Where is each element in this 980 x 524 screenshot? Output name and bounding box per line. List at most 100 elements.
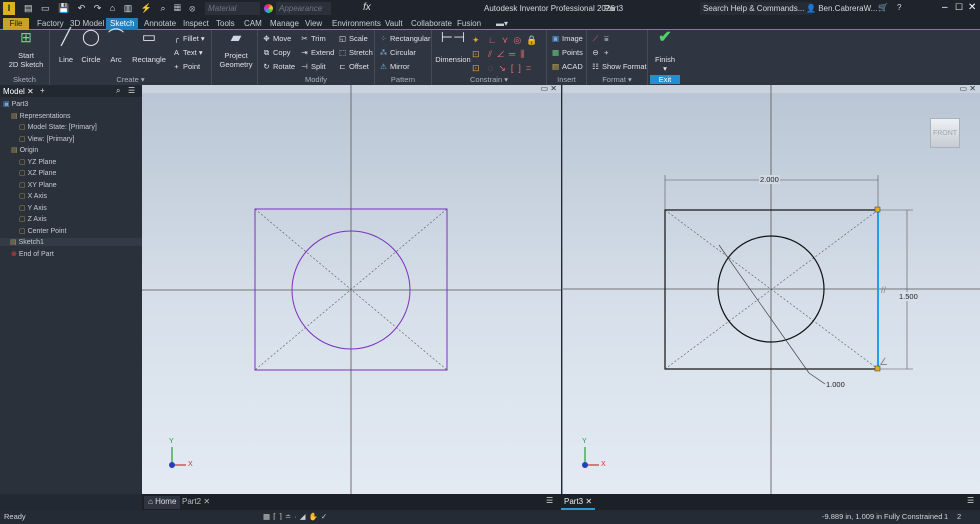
- maximize-button[interactable]: ☐: [955, 2, 963, 13]
- point-button[interactable]: + Point: [172, 62, 200, 71]
- help-icon[interactable]: ?: [897, 3, 901, 12]
- start-label: Start: [18, 51, 34, 60]
- text-button[interactable]: A Text ▾: [172, 48, 203, 57]
- node-icon: ▢: [19, 124, 28, 131]
- tab-view[interactable]: View: [301, 18, 326, 30]
- add-tab-button[interactable]: +: [40, 86, 45, 95]
- triad-origin: [582, 462, 588, 468]
- parameters-button[interactable]: fx: [363, 2, 371, 13]
- constraint-icons-left[interactable]: ✦ ⊡ ⊡: [472, 33, 484, 75]
- show-format-button[interactable]: ☷ Show Format: [591, 62, 646, 71]
- browser-item[interactable]: ▣ Part3: [3, 100, 28, 108]
- dimension-diameter[interactable]: 1.000: [826, 380, 845, 389]
- browser-item[interactable]: ▢ XY Plane: [19, 181, 57, 189]
- browser-item[interactable]: ▢ Center Point: [19, 227, 66, 235]
- acad-button[interactable]: ▤ ACAD: [551, 62, 583, 71]
- browser-item[interactable]: ▢ Z Axis: [19, 215, 47, 223]
- app-title: Autodesk Inventor Professional 2026: [484, 4, 615, 13]
- tab-environments[interactable]: Environments: [328, 18, 385, 30]
- tab-home[interactable]: ⌂ Home: [144, 496, 181, 509]
- user-menu[interactable]: 👤 Ben.CabreraW...: [806, 4, 877, 13]
- stretch-button[interactable]: ⬚ Stretch: [338, 48, 373, 57]
- browser-item[interactable]: ▢ View: [Primary]: [19, 135, 75, 143]
- browser-item[interactable]: ▤ Representations: [11, 112, 71, 120]
- mirror-button[interactable]: ⚠ Mirror: [379, 62, 409, 71]
- tab-cam[interactable]: CAM: [240, 18, 266, 30]
- line-button[interactable]: ╱ Line: [54, 30, 78, 65]
- sketch-canvas-left: [142, 85, 561, 494]
- label: Circle: [81, 55, 101, 64]
- tab-part2[interactable]: Part2 ✕: [182, 497, 210, 506]
- close-button[interactable]: ✕: [968, 2, 976, 13]
- tab-list-icon[interactable]: ☰: [546, 496, 553, 505]
- axis-x-label: X: [601, 461, 606, 468]
- browser-item-label: X Axis: [27, 193, 48, 200]
- tab-vault[interactable]: Vault: [381, 18, 407, 30]
- offset-button[interactable]: ⊏ Offset: [338, 62, 369, 71]
- appearance-dropdown[interactable]: Appearance: [276, 2, 331, 15]
- extend-button[interactable]: ⇥ Extend: [300, 48, 334, 57]
- tab-list-icon-right[interactable]: ☰: [967, 496, 974, 505]
- search-icon[interactable]: ⌕: [116, 86, 120, 96]
- browser-item[interactable]: ▢ YZ Plane: [19, 158, 56, 166]
- tab-inspect[interactable]: Inspect: [179, 18, 213, 30]
- rectangular-pattern-button[interactable]: ⁘ Rectangular: [379, 34, 430, 43]
- trim-button[interactable]: ✂ Trim: [300, 34, 325, 43]
- dimension-height[interactable]: 1.500: [899, 292, 918, 301]
- move-button[interactable]: ✥ Move: [262, 34, 291, 43]
- project-geometry-button[interactable]: ▰ Project Geometry: [216, 30, 256, 69]
- browser-item[interactable]: ▢ XZ Plane: [19, 169, 56, 177]
- browser-item[interactable]: ▤ Origin: [11, 146, 38, 154]
- circular-pattern-button[interactable]: ⁂ Circular: [379, 48, 416, 57]
- split-button[interactable]: ⊣ Split: [300, 62, 325, 71]
- arc-icon: ⌒: [107, 29, 124, 46]
- browser-item[interactable]: ⊗ End of Part: [11, 250, 54, 258]
- scale-button[interactable]: ◱ Scale: [338, 34, 368, 43]
- tab-options-icon[interactable]: ▬▾: [492, 18, 512, 30]
- menu-icon[interactable]: ☰: [128, 86, 135, 95]
- center-point-button[interactable]: ⊖ +: [591, 48, 608, 57]
- node-icon: ▢: [19, 135, 28, 143]
- tab-model[interactable]: Model ✕: [3, 87, 34, 96]
- browser-item[interactable]: ▢ X Axis: [19, 192, 47, 200]
- circle-button[interactable]: ◯ Circle: [79, 30, 103, 65]
- status-count-2: 2: [957, 512, 962, 521]
- tab-manage[interactable]: Manage: [266, 18, 303, 30]
- browser-item[interactable]: ▤ Sketch1: [0, 238, 142, 246]
- inventor-logo[interactable]: I: [3, 2, 15, 15]
- label: ACAD: [562, 62, 583, 71]
- copy-button[interactable]: ⧉ Copy: [262, 48, 291, 58]
- tab-part3[interactable]: Part3 ✕: [561, 496, 596, 510]
- driven-dimension-icon: ⊖: [592, 48, 599, 57]
- quick-access-toolbar[interactable]: ▤ ▭ 💾 ↶ ↷ ⌂ ▥ ⚡ ⌕ ▦ ⊗: [24, 3, 198, 14]
- viewport-left[interactable]: ▭ ✕ Y X: [142, 85, 561, 494]
- browser-item[interactable]: ▢ Model State: [Primary]: [19, 123, 97, 131]
- viewport-right[interactable]: ▭ ✕ FRONT // ∠ 2.000 1.500 1.000 Y X: [562, 85, 980, 494]
- diameter-leader: [718, 244, 810, 374]
- finish-sketch-button[interactable]: ✔ Finish ▾: [650, 30, 680, 74]
- material-dropdown[interactable]: Material: [205, 2, 260, 15]
- status-toolbar-icons[interactable]: ▦⌈⌉≐·◢✋✓: [263, 512, 330, 521]
- rotate-icon: ↻: [263, 62, 270, 71]
- minimize-button[interactable]: –: [942, 2, 948, 13]
- text-icon: A: [173, 48, 179, 57]
- image-button[interactable]: ▣ Image: [551, 34, 583, 43]
- label: Move: [273, 34, 292, 43]
- rotate-button[interactable]: ↻ Rotate: [262, 62, 295, 71]
- browser-item-label: Y Axis: [27, 204, 47, 212]
- fillet-button[interactable]: ╭ Fillet ▾: [172, 34, 204, 43]
- dimension-width[interactable]: 2.000: [759, 175, 780, 184]
- arc-button[interactable]: ⌒ Arc: [105, 29, 127, 65]
- constraint-icons[interactable]: ∟⋎◎🔒 ⫽∠═⫼ ◌↘[]=: [488, 33, 542, 75]
- search-input[interactable]: Search Help & Commands...: [700, 2, 812, 15]
- start-2d-sketch-button[interactable]: ⊞ Start 2D Sketch: [6, 30, 46, 69]
- label: Dimension: [435, 55, 471, 64]
- points-button[interactable]: ▦ Points: [551, 48, 583, 57]
- browser-item[interactable]: ▢ Y Axis: [19, 204, 47, 212]
- cart-icon[interactable]: 🛒: [878, 3, 888, 12]
- dimension-button[interactable]: ⊢⊣ Dimension: [434, 30, 472, 64]
- rectangle-button[interactable]: ▭ Rectangle: [130, 30, 168, 64]
- label: Fillet: [183, 34, 199, 43]
- node-icon: ▤: [11, 112, 20, 120]
- construction-button[interactable]: ⟋ ⩸: [591, 34, 609, 44]
